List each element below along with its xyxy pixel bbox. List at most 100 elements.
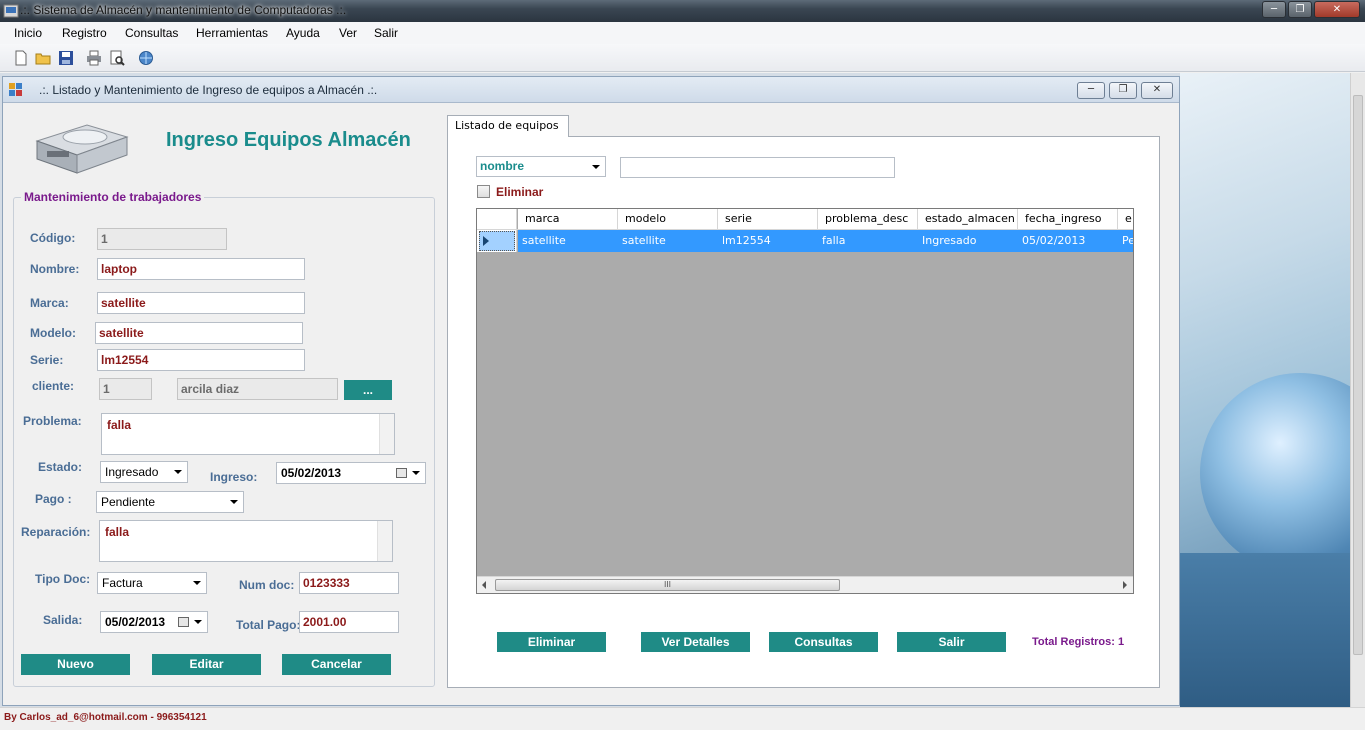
maximize-icon[interactable]: ❐ [1288, 1, 1312, 18]
grid-header-marca[interactable]: marca [518, 209, 618, 229]
minimize-icon[interactable]: ─ [1262, 1, 1286, 18]
grid-cell[interactable]: satellite [618, 230, 718, 252]
label-nombre: Nombre: [30, 262, 80, 276]
grid-header-estado-almacen[interactable]: estado_almacen [918, 209, 1018, 229]
estado-select[interactable]: Ingresado [100, 461, 188, 483]
serie-field[interactable]: lm12554 [97, 349, 305, 371]
salida-datepicker[interactable]: 05/02/2013 [100, 611, 208, 633]
modelo-field[interactable]: satellite [95, 322, 303, 344]
tipo-doc-select[interactable]: Factura [97, 572, 207, 594]
reparacion-scrollbar[interactable] [377, 521, 392, 561]
child-minimize-icon[interactable]: ─ [1077, 82, 1105, 99]
scroll-left-icon[interactable] [482, 581, 486, 589]
chevron-down-icon [193, 581, 201, 585]
print-icon[interactable] [86, 50, 102, 66]
window-titlebar: .:. Sistema de Almacén y mantenimiento d… [0, 0, 1365, 22]
label-problema: Problema: [23, 414, 82, 428]
grid-cell[interactable]: lm12554 [718, 230, 818, 252]
num-doc-field[interactable]: 0123333 [299, 572, 399, 594]
tab-listado-equipos[interactable]: Listado de equipos [447, 115, 569, 137]
total-pago-field[interactable]: 2001.00 [299, 611, 399, 633]
salir-button[interactable]: Salir [897, 632, 1006, 652]
consultas-button[interactable]: Consultas [769, 632, 878, 652]
grid-cell[interactable]: Ingresado [918, 230, 1018, 252]
codigo-field[interactable]: 1 [97, 228, 227, 250]
menu-ayuda[interactable]: Ayuda [286, 26, 320, 40]
label-reparacion: Reparación: [21, 525, 91, 539]
grid-header-modelo[interactable]: modelo [618, 209, 718, 229]
cliente-id-field[interactable]: 1 [99, 378, 152, 400]
problema-scrollbar[interactable] [379, 414, 394, 454]
grid-header-serie[interactable]: serie [718, 209, 818, 229]
reparacion-textarea[interactable]: falla [99, 520, 393, 562]
child-maximize-icon[interactable]: ❐ [1109, 82, 1137, 99]
new-file-icon[interactable] [13, 50, 29, 66]
estado-value: Ingresado [105, 465, 159, 479]
pago-select[interactable]: Pendiente [96, 491, 244, 513]
menu-registro[interactable]: Registro [62, 26, 107, 40]
grid-cell[interactable]: falla [818, 230, 918, 252]
nombre-field[interactable]: laptop [97, 258, 305, 280]
save-icon[interactable] [58, 50, 74, 66]
workspace-scrollbar[interactable] [1350, 73, 1365, 707]
cliente-nombre-field[interactable]: arcila diaz [177, 378, 338, 400]
grid-cell[interactable]: Pe [1118, 230, 1133, 252]
chevron-down-icon [174, 470, 182, 474]
eliminar-checkbox[interactable] [477, 185, 490, 198]
buscar-cliente-button[interactable]: ... [344, 380, 392, 400]
open-folder-icon[interactable] [35, 50, 51, 66]
child-titlebar: .:. Listado y Mantenimiento de Ingreso d… [3, 77, 1179, 103]
menu-ver[interactable]: Ver [339, 26, 357, 40]
cancelar-button[interactable]: Cancelar [282, 654, 391, 675]
help-globe-icon[interactable] [138, 50, 154, 66]
label-serie: Serie: [30, 353, 64, 367]
grid-header-fecha-ingreso[interactable]: fecha_ingreso [1018, 209, 1118, 229]
scroll-thumb[interactable]: III [495, 579, 840, 591]
label-cliente: cliente: [32, 379, 75, 393]
form-heading: Ingreso Equipos Almacén [166, 129, 411, 151]
search-field-value: nombre [480, 159, 525, 173]
ver-detalles-button[interactable]: Ver Detalles [641, 632, 750, 652]
grid-header-e[interactable]: e [1118, 209, 1133, 229]
grid-corner [477, 209, 517, 230]
nuevo-button[interactable]: Nuevo [21, 654, 130, 675]
chevron-down-icon [230, 500, 238, 504]
row-selector[interactable] [477, 230, 517, 252]
search-input[interactable] [620, 157, 895, 178]
status-credit: By Carlos_ad_6@hotmail.com - 996354121 [4, 712, 207, 723]
print-preview-icon[interactable] [109, 50, 125, 66]
menu-salir[interactable]: Salir [374, 26, 398, 40]
marca-field[interactable]: satellite [97, 292, 305, 314]
eliminar-button[interactable]: Eliminar [497, 632, 606, 652]
calendar-icon [396, 468, 407, 478]
label-pago: Pago : [35, 492, 72, 506]
app-icon [3, 4, 19, 18]
chevron-down-icon [412, 471, 420, 475]
label-modelo: Modelo: [30, 326, 76, 340]
ingreso-datepicker[interactable]: 05/02/2013 [276, 462, 426, 484]
reparacion-text: falla [105, 525, 130, 539]
pago-value: Pendiente [101, 495, 156, 509]
search-field-select[interactable]: nombre [476, 156, 606, 177]
problema-textarea[interactable]: falla [101, 413, 395, 455]
grid-cell[interactable]: 05/02/2013 [1018, 230, 1118, 252]
label-ingreso: Ingreso: [210, 470, 258, 484]
child-window-icon [9, 83, 22, 96]
group-title: Mantenimiento de trabajadores [21, 190, 205, 204]
scroll-right-icon[interactable] [1123, 581, 1127, 589]
child-close-icon[interactable]: ✕ [1141, 82, 1173, 99]
tipo-doc-value: Factura [102, 576, 143, 590]
grid-hscrollbar[interactable]: III [477, 576, 1133, 593]
menu-consultas[interactable]: Consultas [125, 26, 178, 40]
menu-herramientas[interactable]: Herramientas [196, 26, 268, 40]
grid-cell[interactable]: satellite [518, 230, 618, 252]
label-total-pago: Total Pago: [236, 618, 301, 632]
background-image [1180, 73, 1350, 707]
hard-drive-icon [35, 124, 129, 174]
menu-inicio[interactable]: Inicio [14, 26, 42, 40]
toolbar [0, 44, 1365, 72]
equipos-grid: marca modelo serie problema_desc estado_… [476, 208, 1134, 594]
editar-button[interactable]: Editar [152, 654, 261, 675]
close-icon[interactable]: ✕ [1314, 1, 1360, 18]
grid-header-problema-desc[interactable]: problema_desc [818, 209, 918, 229]
